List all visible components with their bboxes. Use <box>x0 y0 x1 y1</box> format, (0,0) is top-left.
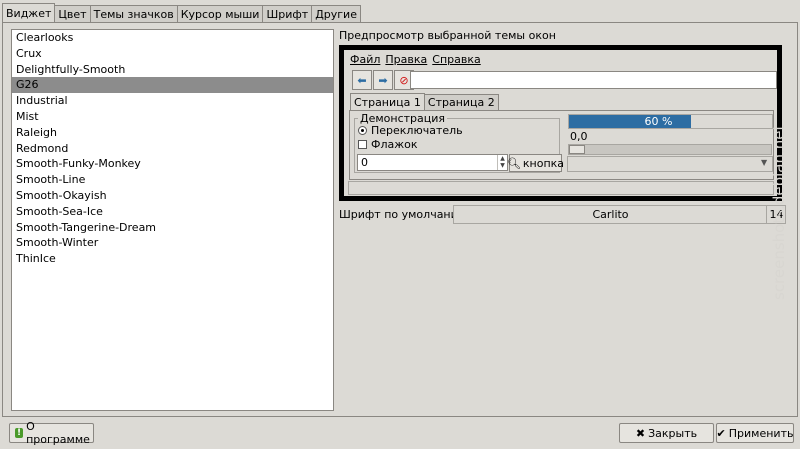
radio-icon[interactable] <box>358 126 367 135</box>
tab-font[interactable]: Шрифт <box>262 5 313 23</box>
checkbox-label: Флажок <box>371 138 418 151</box>
tab-color[interactable]: Цвет <box>54 5 91 23</box>
theme-item[interactable]: Mist <box>12 109 333 125</box>
progress-text: 60 % <box>644 115 673 128</box>
radio-label: Переключатель <box>371 124 463 137</box>
theme-item[interactable]: Smooth-Tangerine-Dream <box>12 220 333 236</box>
demo-combobox[interactable] <box>567 156 773 172</box>
tab-widget[interactable]: Виджет <box>2 3 56 23</box>
theme-item[interactable]: Delightfully-Smooth <box>12 62 333 78</box>
tab-other[interactable]: Другие <box>311 5 361 23</box>
theme-item[interactable]: Smooth-Okayish <box>12 188 333 204</box>
apply-button-label: Применить <box>728 426 794 440</box>
info-icon: ! <box>15 428 24 438</box>
tab-page-2[interactable]: Страница 2 <box>423 94 499 111</box>
menu-help[interactable]: Справка <box>432 53 480 67</box>
tab-mouse-cursor[interactable]: Курсор мыши <box>176 5 264 23</box>
font-name[interactable]: Carlito <box>453 205 768 224</box>
scale-handle[interactable] <box>569 145 585 154</box>
search-icon: 🔍︎ <box>506 156 521 170</box>
forward-arrow-icon[interactable]: ➡ <box>373 70 393 90</box>
demo-radio[interactable]: Переключатель <box>358 124 463 137</box>
preview-menubar: Файл Правка Справка <box>350 53 486 67</box>
theme-item[interactable]: Smooth-Winter <box>12 235 333 251</box>
apply-button[interactable]: ✔ Применить <box>716 423 794 443</box>
demo-button-label: кнопка <box>522 156 565 170</box>
font-label: Шрифт по умолчанию: <box>339 208 471 221</box>
menu-edit[interactable]: Правка <box>385 53 427 67</box>
main-tabs: Виджет Цвет Темы значков Курсор мыши Шри… <box>2 3 361 23</box>
check-icon: ✔ <box>716 426 726 440</box>
demo-spin-input[interactable]: 0 <box>357 154 508 171</box>
tab-icon-themes[interactable]: Темы значков <box>89 5 178 23</box>
chevron-down-icon[interactable]: ▼ <box>761 158 767 167</box>
tab-page-1[interactable]: Страница 1 <box>350 93 425 111</box>
checkbox-icon[interactable] <box>358 140 367 149</box>
theme-item[interactable]: Clearlooks <box>12 30 333 46</box>
close-icon: ✖ <box>635 426 646 440</box>
about-button-label: О программе <box>26 420 90 446</box>
close-button[interactable]: ✖ Закрыть <box>619 423 714 443</box>
theme-item[interactable]: Smooth-Line <box>12 172 333 188</box>
theme-item[interactable]: ThinIce <box>12 251 333 267</box>
preview-label: Предпросмотр выбранной темы окон <box>339 29 556 42</box>
watermark: screenshots.debian.net <box>770 124 788 300</box>
theme-item[interactable]: Raleigh <box>12 125 333 141</box>
spin-arrows-icon[interactable]: ▲ ▼ <box>497 155 507 170</box>
theme-item[interactable]: Smooth-Funky-Monkey <box>12 156 333 172</box>
about-button[interactable]: ! О программе <box>9 420 94 446</box>
back-arrow-icon[interactable]: ⬅ <box>352 70 372 90</box>
theme-item[interactable]: Redmond <box>12 141 333 157</box>
close-button-label: Закрыть <box>648 426 698 440</box>
theme-list[interactable]: Clearlooks Crux Delightfully-Smooth G26 … <box>11 29 334 411</box>
theme-item-selected[interactable]: G26 <box>12 77 333 94</box>
menu-file[interactable]: Файл <box>350 53 380 67</box>
demo-button[interactable]: 🔍︎ кнопка <box>506 154 565 172</box>
theme-item[interactable]: Smooth-Sea-Ice <box>12 204 333 220</box>
preview-entry[interactable] <box>410 71 777 89</box>
preview-tabs: Страница 1 Страница 2 <box>350 93 499 111</box>
theme-item[interactable]: Crux <box>12 46 333 62</box>
demo-checkbox[interactable]: Флажок <box>358 138 418 151</box>
preview-statusbar <box>348 181 774 195</box>
theme-item[interactable]: Industrial <box>12 93 333 109</box>
scale-value: 0,0 <box>570 130 588 143</box>
demo-scale[interactable] <box>568 144 772 155</box>
